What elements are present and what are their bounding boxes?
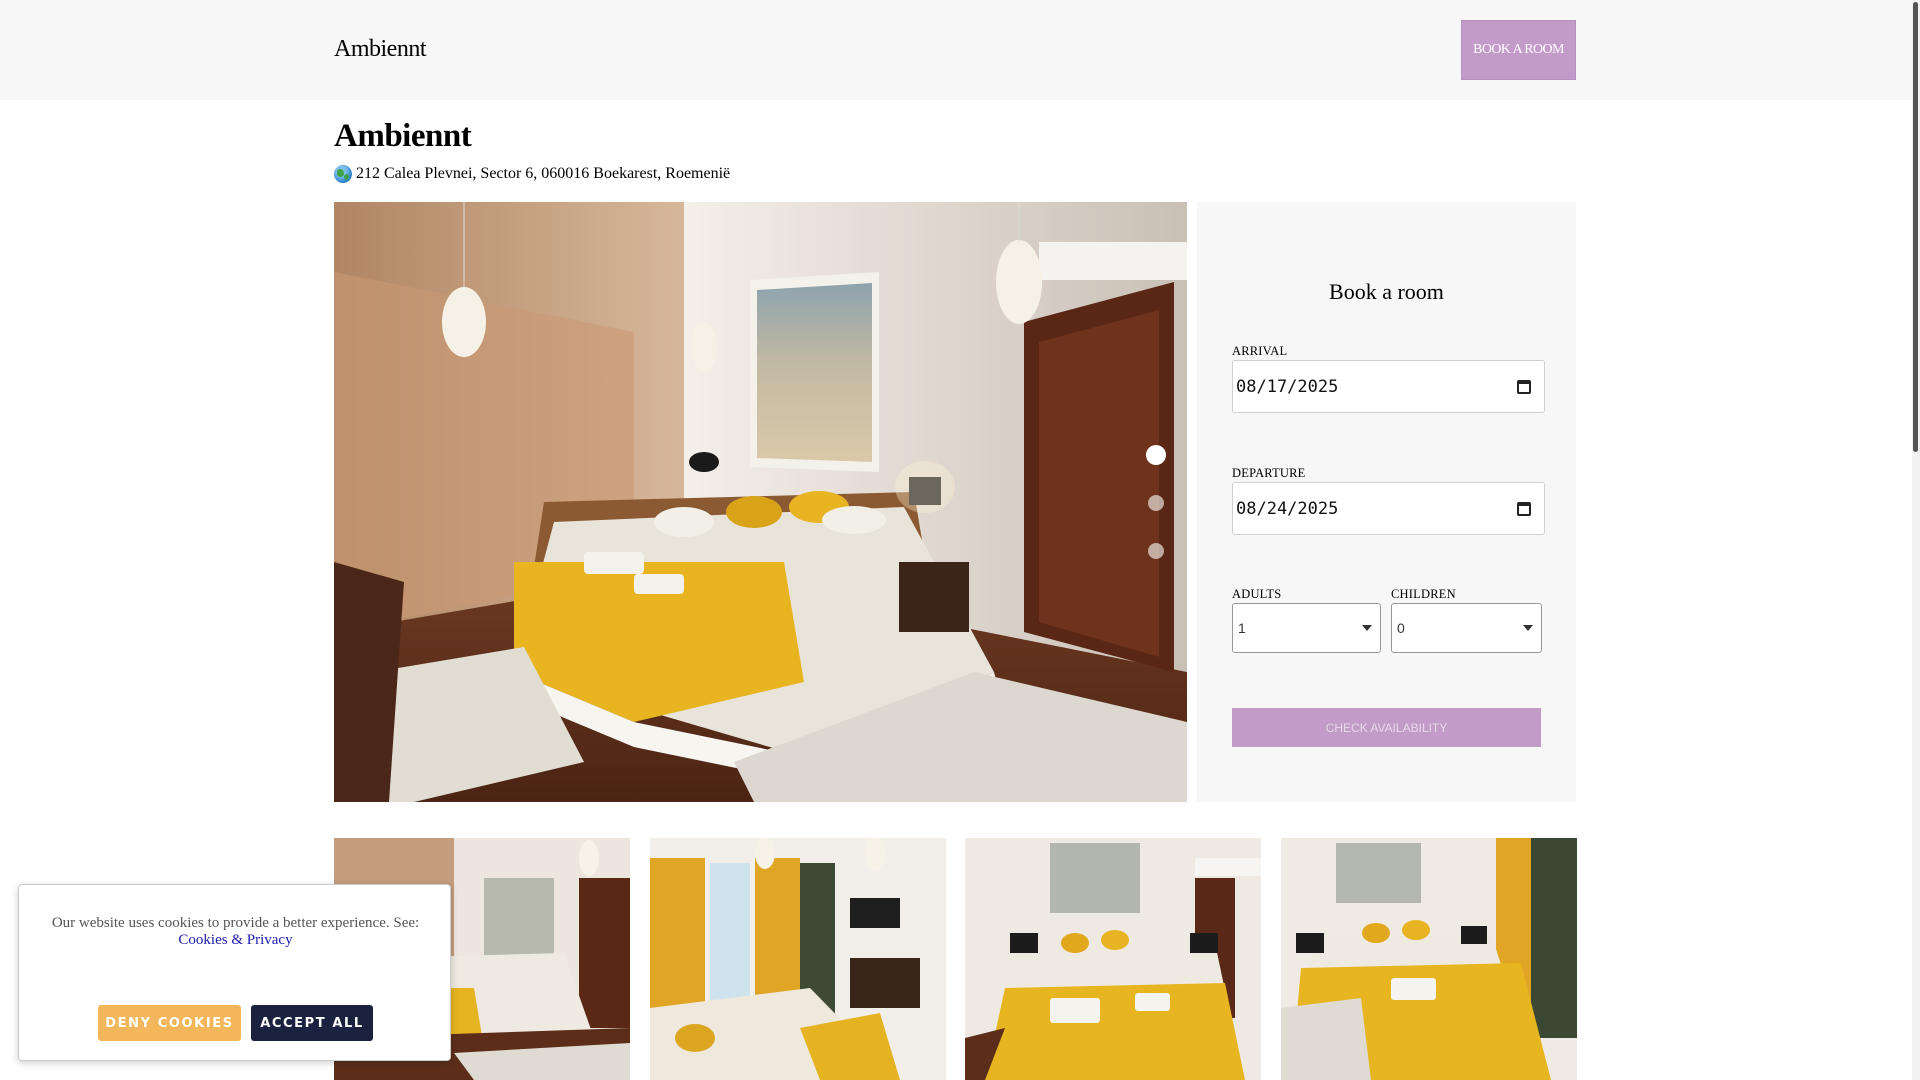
globe-icon [334, 165, 352, 183]
address-text: 212 Calea Plevnei, Sector 6, 060016 Boek… [356, 165, 731, 182]
hotel-address: 212 Calea Plevnei, Sector 6, 060016 Boek… [334, 165, 730, 183]
chevron-down-icon [1523, 625, 1533, 631]
departure-date-input[interactable]: 08/24/2025 [1232, 482, 1545, 535]
check-availability-button[interactable]: CHECK AVAILABILITY [1232, 708, 1541, 747]
room-thumbnail-3[interactable] [965, 838, 1261, 1080]
scrollbar-thumb[interactable] [1913, 2, 1918, 452]
deny-cookies-button[interactable]: DENY COOKIES [98, 1005, 241, 1041]
children-select[interactable]: 0 [1391, 603, 1542, 653]
departure-date-value: 08/24/2025 [1236, 498, 1339, 519]
cookie-text: Our website uses cookies to provide a be… [51, 915, 420, 931]
site-header: Ambiennt BOOK A ROOM [0, 0, 1912, 100]
cookies-privacy-link[interactable]: Cookies & Privacy [178, 932, 292, 948]
cookie-banner: Our website uses cookies to provide a be… [18, 884, 451, 1061]
adults-select[interactable]: 1 [1232, 603, 1381, 653]
children-value: 0 [1397, 620, 1405, 636]
adults-label: ADULTS [1232, 587, 1282, 601]
main-room-photo[interactable] [334, 202, 1187, 802]
arrival-date-value: 08/17/2025 [1236, 376, 1339, 397]
accept-all-button[interactable]: ACCEPT ALL [251, 1005, 373, 1041]
hotel-title: Ambiennt [334, 118, 472, 154]
departure-label: DEPARTURE [1232, 466, 1306, 480]
room-thumbnail-2[interactable] [650, 838, 946, 1080]
booking-panel: Book a room ARRIVAL 08/17/2025 DEPARTURE… [1197, 202, 1576, 802]
book-a-room-button[interactable]: BOOK A ROOM [1461, 20, 1576, 80]
slider-dot-2[interactable] [1148, 495, 1164, 511]
brand-logo[interactable]: Ambiennt [334, 36, 427, 63]
booking-title: Book a room [1329, 279, 1444, 304]
chevron-down-icon [1362, 625, 1372, 631]
adults-value: 1 [1238, 620, 1246, 636]
arrival-label: ARRIVAL [1232, 344, 1288, 358]
cookie-message: Our website uses cookies to provide a be… [19, 915, 452, 949]
arrival-date-input[interactable]: 08/17/2025 [1232, 360, 1545, 413]
calendar-icon[interactable] [1517, 379, 1531, 394]
slider-dot-3[interactable] [1148, 543, 1164, 559]
room-thumbnail-4[interactable] [1281, 838, 1577, 1080]
calendar-icon[interactable] [1517, 501, 1531, 516]
slider-dot-1[interactable] [1146, 445, 1166, 465]
children-label: CHILDREN [1391, 587, 1456, 601]
